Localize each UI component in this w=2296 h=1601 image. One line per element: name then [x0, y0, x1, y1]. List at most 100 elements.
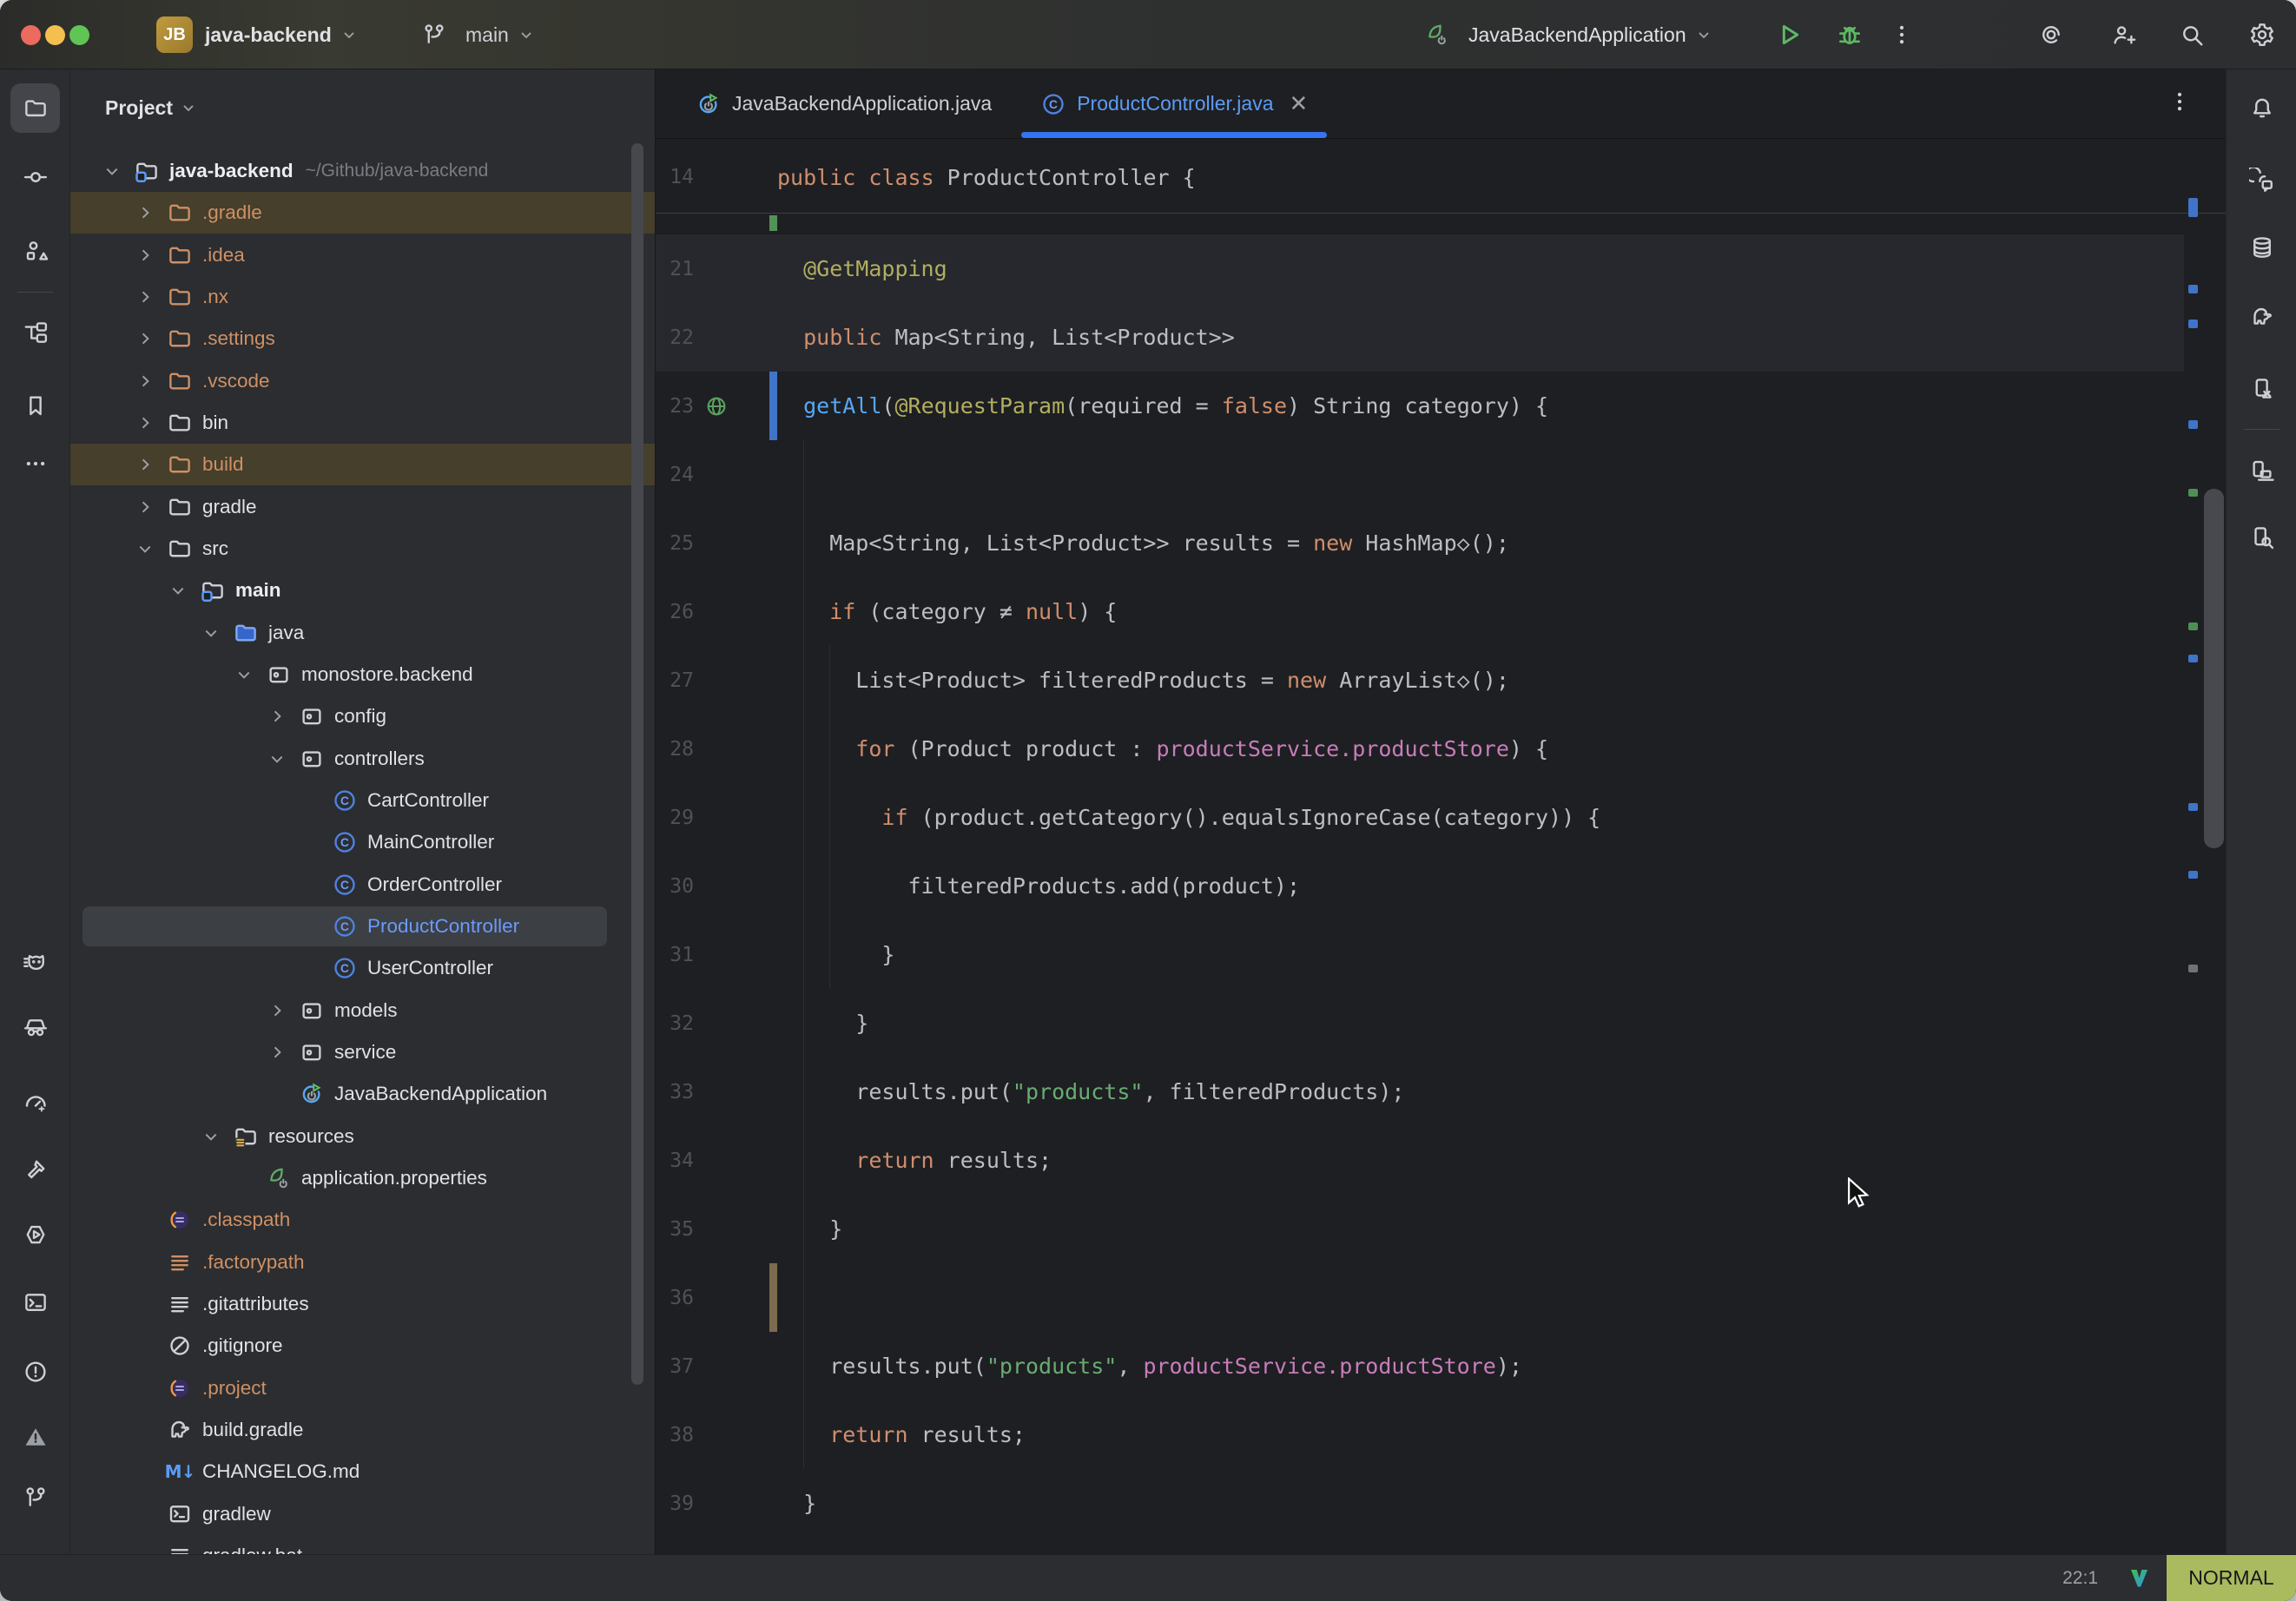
- more-tool-windows-icon[interactable]: [10, 438, 60, 488]
- tree-item-monostore.backend[interactable]: monostore.backend: [70, 654, 655, 695]
- chevron-collapsed-icon[interactable]: [135, 372, 167, 391]
- tree-item-src[interactable]: src: [70, 528, 655, 570]
- tree-item-application.properties[interactable]: application.properties: [70, 1157, 655, 1199]
- code-line-38[interactable]: 38return results;: [656, 1400, 2184, 1469]
- tab-javabackendapplication.java[interactable]: JavaBackendApplication.java: [671, 69, 1016, 138]
- git-icon[interactable]: [10, 1473, 60, 1522]
- more-actions-icon[interactable]: [1886, 19, 1917, 50]
- build-icon[interactable]: [10, 1144, 60, 1194]
- tree-item-.nx[interactable]: .nx: [70, 276, 655, 318]
- code-line-23[interactable]: 23getAll(@RequestParam(required = false)…: [656, 372, 2184, 440]
- stripe-mark[interactable]: [2188, 623, 2198, 630]
- code-line-36[interactable]: 36: [656, 1263, 2184, 1332]
- stripe-mark[interactable]: [2188, 198, 2198, 217]
- running-devices-icon[interactable]: [2237, 364, 2286, 413]
- chevron-collapsed-icon[interactable]: [267, 1043, 299, 1062]
- tree-item-cartcontroller[interactable]: CCartController: [70, 780, 655, 821]
- chevron-expanded-icon[interactable]: [135, 539, 167, 558]
- chevron-collapsed-icon[interactable]: [135, 413, 167, 432]
- tree-item-gradlew[interactable]: gradlew: [70, 1493, 655, 1535]
- chevron-collapsed-icon[interactable]: [135, 497, 167, 517]
- stripe-mark[interactable]: [2188, 965, 2198, 972]
- notifications-icon[interactable]: [2237, 82, 2286, 132]
- stripe-mark[interactable]: [2188, 871, 2198, 879]
- tree-item-build.gradle[interactable]: build.gradle: [70, 1409, 655, 1451]
- device-manager-icon[interactable]: [2237, 445, 2286, 495]
- chevron-collapsed-icon[interactable]: [135, 329, 167, 348]
- services-icon[interactable]: [10, 1209, 60, 1259]
- stripe-mark[interactable]: [2188, 285, 2198, 293]
- vim-plugin-icon[interactable]: [2128, 1566, 2151, 1590]
- caret-position[interactable]: 22:1: [2062, 1568, 2098, 1589]
- tree-item-.idea[interactable]: .idea: [70, 234, 655, 276]
- dependencies-icon[interactable]: [10, 307, 60, 357]
- code-line-35[interactable]: 35}: [656, 1195, 2184, 1263]
- code-line-37[interactable]: 37results.put("products", productService…: [656, 1332, 2184, 1400]
- minimize-window-button[interactable]: [45, 25, 65, 45]
- code-line-39[interactable]: 39}: [656, 1469, 2184, 1538]
- code-line-34[interactable]: 34return results;: [656, 1126, 2184, 1195]
- chevron-collapsed-icon[interactable]: [135, 203, 167, 222]
- project-icon[interactable]: [10, 83, 60, 133]
- chevron-expanded-icon[interactable]: [201, 623, 233, 642]
- code-line-32[interactable]: 32}: [656, 989, 2184, 1057]
- tree-item-models[interactable]: models: [70, 990, 655, 1031]
- stripe-mark[interactable]: [2188, 803, 2198, 811]
- tree-item-gradle[interactable]: gradle: [70, 486, 655, 528]
- chevron-collapsed-icon[interactable]: [267, 1001, 299, 1020]
- tree-item-.classpath[interactable]: .classpath: [70, 1199, 655, 1241]
- settings-icon[interactable]: [2247, 19, 2278, 50]
- tree-item-main[interactable]: main: [70, 570, 655, 611]
- tree-item-.gitignore[interactable]: .gitignore: [70, 1325, 655, 1367]
- ai-assistant-icon[interactable]: [2035, 19, 2067, 50]
- tree-item-gradlew.bat[interactable]: gradlew.bat: [70, 1535, 655, 1554]
- stripe-mark[interactable]: [2188, 655, 2198, 662]
- tree-item-service[interactable]: service: [70, 1031, 655, 1073]
- profiler-icon[interactable]: [10, 1077, 60, 1126]
- database-icon[interactable]: [2237, 222, 2286, 272]
- code-line-27[interactable]: 27List<Product> filteredProducts = new A…: [656, 646, 2184, 715]
- debug-icon[interactable]: [1834, 19, 1865, 50]
- code-line-21[interactable]: 21@GetMapping: [656, 234, 2184, 303]
- tree-item-java[interactable]: java: [70, 612, 655, 654]
- terminal-icon[interactable]: [10, 1277, 60, 1327]
- warnings-icon[interactable]: [10, 1412, 60, 1461]
- commit-icon[interactable]: [10, 152, 60, 201]
- chevron-collapsed-icon[interactable]: [135, 455, 167, 474]
- zoom-window-button[interactable]: [69, 25, 89, 45]
- chevron-expanded-icon[interactable]: [234, 665, 266, 684]
- project-selector[interactable]: java-backend: [205, 0, 358, 69]
- close-tab-icon[interactable]: ✕: [1290, 90, 1309, 117]
- tree-item-.settings[interactable]: .settings: [70, 318, 655, 359]
- project-panel-header[interactable]: Project: [105, 89, 197, 127]
- code-line-28[interactable]: 28for (Product product : productService.…: [656, 715, 2184, 783]
- code-line-25[interactable]: 25Map<String, List<Product>> results = n…: [656, 509, 2184, 577]
- chevron-expanded-icon[interactable]: [102, 161, 134, 181]
- tree-item-resources[interactable]: resources: [70, 1116, 655, 1157]
- tree-item-.project[interactable]: .project: [70, 1367, 655, 1409]
- tree-item-config[interactable]: config: [70, 695, 655, 737]
- tree-item-ordercontroller[interactable]: COrderController: [70, 864, 655, 906]
- chevron-expanded-icon[interactable]: [168, 581, 200, 600]
- tree-item-.factorypath[interactable]: .factorypath: [70, 1242, 655, 1283]
- bookmarks-icon[interactable]: [10, 380, 60, 430]
- code-with-me-icon[interactable]: [2108, 19, 2139, 50]
- problems-icon[interactable]: [10, 1347, 60, 1396]
- tree-item-.gitattributes[interactable]: .gitattributes: [70, 1283, 655, 1325]
- chevron-collapsed-icon[interactable]: [135, 246, 167, 265]
- chevron-collapsed-icon[interactable]: [135, 287, 167, 306]
- code-line-22[interactable]: 22public Map<String, List<Product>>: [656, 303, 2184, 372]
- code-line-24[interactable]: 24: [656, 440, 2184, 509]
- chevron-expanded-icon[interactable]: [201, 1127, 233, 1146]
- code-line-31[interactable]: 31}: [656, 920, 2184, 989]
- project-scrollbar[interactable]: [631, 143, 643, 1385]
- tree-item-javabackendapplication[interactable]: JavaBackendApplication: [70, 1073, 655, 1115]
- private-session-icon[interactable]: [10, 1001, 60, 1051]
- tree-item-productcontroller[interactable]: CProductController: [70, 906, 655, 947]
- branch-selector[interactable]: main: [421, 0, 535, 69]
- tree-item-controllers[interactable]: controllers: [70, 738, 655, 780]
- close-window-button[interactable]: [21, 25, 41, 45]
- chevron-collapsed-icon[interactable]: [267, 707, 299, 726]
- code-line-33[interactable]: 33results.put("products", filteredProduc…: [656, 1057, 2184, 1126]
- tree-item-changelog.md[interactable]: M↓CHANGELOG.md: [70, 1451, 655, 1492]
